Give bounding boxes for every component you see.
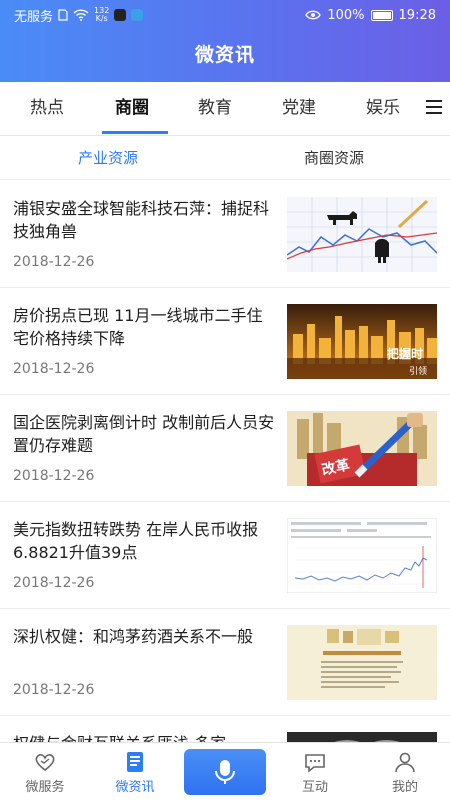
- news-date: 2018-12-26: [13, 575, 95, 591]
- app-header: 无服务 132 K/s 100% 19:28 微资讯: [0, 0, 450, 82]
- tab-education[interactable]: 教育: [198, 82, 232, 136]
- voice-button[interactable]: [184, 749, 266, 795]
- wifi-icon: [73, 9, 89, 21]
- page-title: 微资讯: [194, 44, 255, 66]
- sub-tabs: 产业资源 商圈资源: [0, 136, 450, 180]
- tiktok-icon: [114, 9, 127, 21]
- person-icon: [395, 752, 415, 773]
- news-thumbnail: [287, 518, 437, 593]
- tabbar-micro-service[interactable]: 微服务: [0, 743, 90, 800]
- tab-business[interactable]: 商圈: [115, 82, 149, 136]
- active-tab-indicator: [102, 131, 168, 134]
- carrier-text: 无服务: [14, 9, 54, 25]
- news-thumbnail: [287, 625, 437, 700]
- battery-icon: [370, 9, 393, 21]
- news-thumbnail: [287, 197, 437, 272]
- news-title: 深扒权健：和鸿茅药酒关系不一般: [13, 627, 254, 646]
- news-date: 2018-12-26: [13, 682, 95, 698]
- menu-icon[interactable]: [426, 100, 442, 116]
- tabbar-label: 微服务: [25, 780, 65, 795]
- telegram-icon: [131, 9, 144, 21]
- bottom-tabbar: 微服务 微资讯 互动 我的: [0, 742, 450, 800]
- news-item[interactable]: 美元指数扭转跌势 在岸人民币收报6.8821升值39点 2018-12-26: [0, 502, 450, 609]
- news-item[interactable]: 浦银安盛全球智能科技石萍：捕捉科技独角兽 2018-12-26: [0, 181, 450, 288]
- news-title: 浦银安盛全球智能科技石萍：捕捉科技独角兽: [13, 199, 270, 241]
- news-thumbnail: 把握时 引领: [287, 304, 437, 379]
- document-icon: [127, 752, 143, 772]
- news-thumbnail: 改革: [287, 411, 437, 486]
- subtab-industry[interactable]: 产业资源: [78, 136, 138, 180]
- tabbar-micro-news[interactable]: 微资讯: [90, 743, 180, 800]
- subtab-commerce[interactable]: 商圈资源: [304, 136, 364, 180]
- news-title: 房价拐点已现 11月一线城市二手住宅价格持续下降: [13, 306, 263, 348]
- tabbar-label: 微资讯: [115, 780, 155, 795]
- category-tabs: 热点 商圈 教育 党建 娱乐: [0, 82, 450, 136]
- news-date: 2018-12-26: [13, 468, 95, 484]
- battery-percent: 100%: [327, 7, 365, 23]
- network-speed: 132 K/s: [94, 6, 110, 23]
- tabbar-label: 互动: [301, 780, 328, 795]
- heart-icon: [35, 754, 55, 772]
- news-item[interactable]: 国企医院剥离倒计时 改制前后人员安置仍存难题 2018-12-26 改革: [0, 395, 450, 502]
- thumb-caption: 把握时: [387, 346, 423, 361]
- tab-party[interactable]: 党建: [282, 82, 316, 136]
- clock: 19:28: [398, 7, 436, 23]
- thumb-caption: 引领: [409, 365, 427, 377]
- tabbar-interaction[interactable]: 互动: [270, 743, 360, 800]
- news-date: 2018-12-26: [13, 361, 95, 377]
- eye-icon: [305, 10, 322, 20]
- chat-icon: [305, 754, 325, 773]
- tabbar-label: 我的: [391, 780, 418, 795]
- tab-hot[interactable]: 热点: [30, 82, 64, 136]
- news-item[interactable]: 房价拐点已现 11月一线城市二手住宅价格持续下降 2018-12-26 把握时 …: [0, 288, 450, 395]
- tabbar-mine[interactable]: 我的: [360, 743, 450, 800]
- microphone-icon: [215, 760, 235, 784]
- status-bar: 无服务 132 K/s 100% 19:28: [0, 0, 450, 30]
- news-title: 国企医院剥离倒计时 改制前后人员安置仍存难题: [13, 413, 275, 455]
- news-date: 2018-12-26: [13, 254, 95, 270]
- tab-entertainment[interactable]: 娱乐: [366, 82, 400, 136]
- sim-icon: [58, 9, 68, 21]
- news-item[interactable]: 深扒权健：和鸿茅药酒关系不一般 2018-12-26: [0, 609, 450, 716]
- news-title: 美元指数扭转跌势 在岸人民币收报6.8821升值39点: [13, 520, 259, 562]
